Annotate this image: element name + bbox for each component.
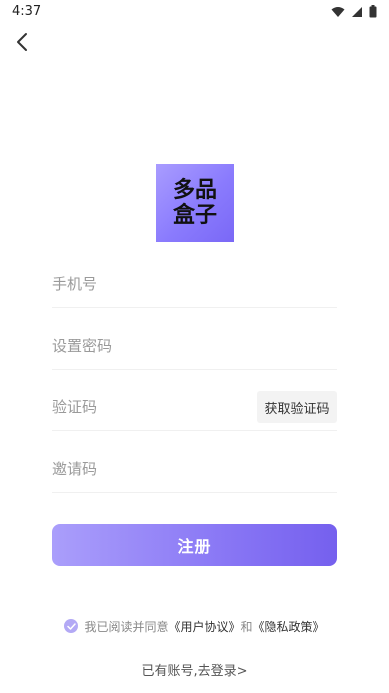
- chevron-left-icon: [17, 33, 27, 51]
- signal-icon: [352, 6, 362, 17]
- invite-code-input[interactable]: [52, 457, 242, 481]
- invite-code-field: [52, 445, 337, 493]
- get-code-button[interactable]: 获取验证码: [257, 391, 337, 423]
- logo-line-2: 盒子: [172, 203, 217, 228]
- agreement-prefix: 我已阅读并同意: [84, 619, 169, 634]
- password-input[interactable]: [52, 334, 242, 358]
- phone-input[interactable]: [52, 272, 242, 296]
- back-button[interactable]: [8, 28, 36, 56]
- privacy-policy-link[interactable]: 《隐私政策》: [253, 618, 325, 635]
- agreement-and: 和: [240, 619, 253, 634]
- app-logo: 多品 盒子: [156, 164, 234, 242]
- wifi-icon: [331, 6, 345, 17]
- status-icons: [331, 5, 377, 18]
- password-field: [52, 322, 337, 370]
- verification-code-input[interactable]: [52, 395, 242, 419]
- register-button[interactable]: 注册: [52, 524, 337, 566]
- login-link[interactable]: 已有账号,去登录>: [0, 660, 389, 679]
- phone-field: [52, 260, 337, 308]
- status-bar: 4:37: [0, 0, 389, 24]
- agreement-row: 我已阅读并同意 《用户协议》 和 《隐私政策》: [0, 616, 389, 636]
- status-time: 4:37: [12, 4, 42, 19]
- battery-icon: [369, 5, 377, 18]
- verification-code-field: 获取验证码: [52, 383, 337, 431]
- check-icon: [67, 622, 76, 630]
- user-agreement-link[interactable]: 《用户协议》: [168, 618, 240, 635]
- agreement-checkbox[interactable]: [64, 619, 79, 633]
- logo-line-1: 多品: [172, 178, 217, 203]
